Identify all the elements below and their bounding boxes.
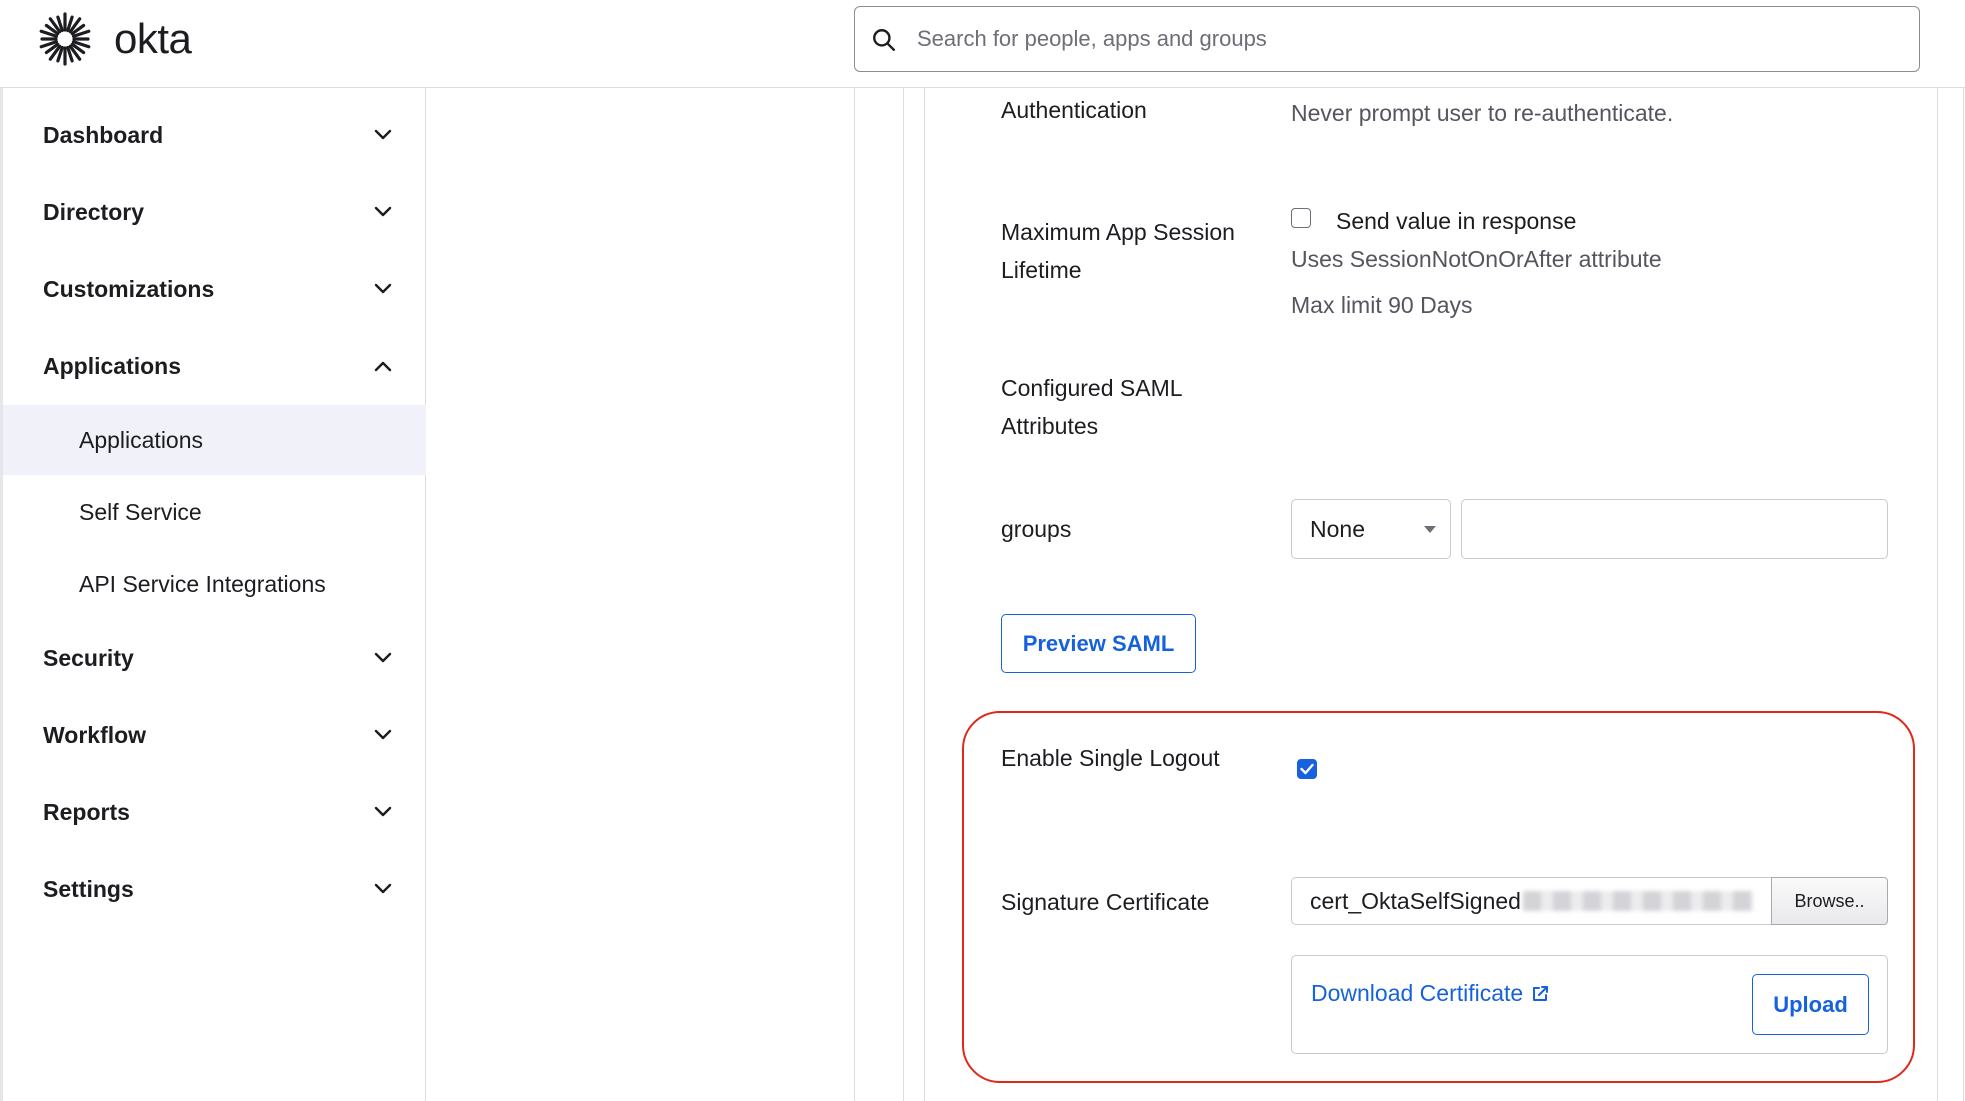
sidebar-subitem-self-service[interactable]: Self Service	[3, 477, 426, 547]
authentication-value: Never prompt user to re-authenticate.	[1291, 100, 1674, 126]
chevron-down-icon	[374, 283, 392, 294]
saml-attributes-label-line1: Configured SAML	[1001, 375, 1183, 401]
sidebar-item-label: Settings	[43, 875, 134, 902]
search-placeholder: Search for people, apps and groups	[917, 26, 1267, 51]
panel-divider	[854, 88, 855, 1101]
enable-single-logout-checkbox[interactable]	[1297, 759, 1317, 779]
sidebar-item-label: Workflow	[43, 721, 147, 748]
enable-single-logout-label: Enable Single Logout	[1001, 745, 1220, 771]
chevron-down-icon	[374, 206, 392, 217]
sidebar-subitem-label: Applications	[79, 426, 204, 453]
certificate-file-name: cert_OktaSelfSigned	[1310, 887, 1521, 914]
chevron-down-icon	[374, 806, 392, 817]
okta-logo[interactable]: okta	[38, 12, 192, 66]
sidebar-item-workflow[interactable]: Workflow	[43, 715, 393, 755]
sidebar-item-label: Applications	[43, 352, 182, 379]
sidebar-item-label: Customizations	[43, 275, 215, 302]
sidebar-item-reports[interactable]: Reports	[43, 792, 393, 832]
browse-button[interactable]: Browse..	[1771, 877, 1888, 925]
sidebar-item-label: Security	[43, 644, 134, 671]
max-session-label: Maximum App Session Lifetime	[1001, 213, 1235, 289]
redacted-text	[1522, 891, 1753, 911]
logo-text: okta	[114, 15, 192, 62]
top-header: okta Search for people, apps and groups	[0, 0, 1965, 88]
chevron-down-icon	[374, 883, 392, 894]
certificate-file-field: cert_OktaSelfSigned	[1291, 877, 1771, 925]
panel-divider	[924, 88, 925, 1101]
upload-button[interactable]: Upload	[1752, 974, 1869, 1035]
send-value-checkbox[interactable]	[1291, 208, 1311, 228]
chevron-up-icon	[374, 361, 392, 372]
session-hint: Uses SessionNotOnOrAfter attribute	[1291, 246, 1662, 272]
sidebar-item-security[interactable]: Security	[43, 638, 393, 678]
sidebar-item-customizations[interactable]: Customizations	[43, 269, 393, 309]
download-certificate-link[interactable]: Download Certificate	[1311, 980, 1549, 1007]
sidebar-item-settings[interactable]: Settings	[43, 869, 393, 909]
sidebar-item-directory[interactable]: Directory	[43, 192, 393, 232]
download-certificate-label: Download Certificate	[1311, 980, 1524, 1006]
preview-saml-button[interactable]: Preview SAML	[1001, 614, 1196, 673]
sidebar-subitem-applications[interactable]: Applications	[3, 405, 426, 475]
sidebar-item-applications[interactable]: Applications	[43, 346, 393, 386]
groups-filter-select[interactable]: None	[1291, 499, 1451, 559]
checkmark-icon	[1300, 763, 1314, 775]
search-icon	[873, 29, 895, 51]
sidebar-subitem-label: API Service Integrations	[79, 570, 326, 597]
external-link-icon	[1533, 985, 1549, 1001]
sidebar-subitem-api-service-integrations[interactable]: API Service Integrations	[3, 549, 426, 619]
saml-attributes-label: Configured SAML Attributes	[1001, 369, 1183, 445]
saml-attributes-label-line2: Attributes	[1001, 413, 1099, 439]
groups-filter-input[interactable]	[1461, 499, 1888, 559]
groups-filter-value: None	[1310, 515, 1365, 542]
authentication-label: Authentication	[1001, 97, 1147, 123]
caret-down-icon	[1424, 526, 1436, 533]
sidebar: Dashboard Directory Customizations Appli…	[0, 88, 426, 1101]
chevron-down-icon	[374, 129, 392, 140]
sidebar-item-label: Directory	[43, 198, 144, 225]
search-input[interactable]: Search for people, apps and groups	[854, 6, 1920, 72]
session-limit: Max limit 90 Days	[1291, 292, 1473, 318]
panel-divider	[1963, 88, 1964, 1101]
max-session-label-line1: Maximum App Session	[1001, 219, 1235, 245]
panel-divider	[1937, 88, 1938, 1101]
groups-label: groups	[1001, 516, 1072, 542]
panel-divider	[903, 88, 904, 1101]
send-value-label: Send value in response	[1336, 208, 1577, 234]
sidebar-item-label: Reports	[43, 798, 130, 825]
signature-certificate-label: Signature Certificate	[1001, 889, 1210, 915]
sidebar-item-dashboard[interactable]: Dashboard	[43, 115, 393, 155]
chevron-down-icon	[374, 729, 392, 740]
sidebar-subitem-label: Self Service	[79, 498, 202, 525]
max-session-label-line2: Lifetime	[1001, 257, 1082, 283]
chevron-down-icon	[374, 652, 392, 663]
okta-sunburst-icon	[39, 12, 91, 66]
sidebar-item-label: Dashboard	[43, 121, 164, 148]
